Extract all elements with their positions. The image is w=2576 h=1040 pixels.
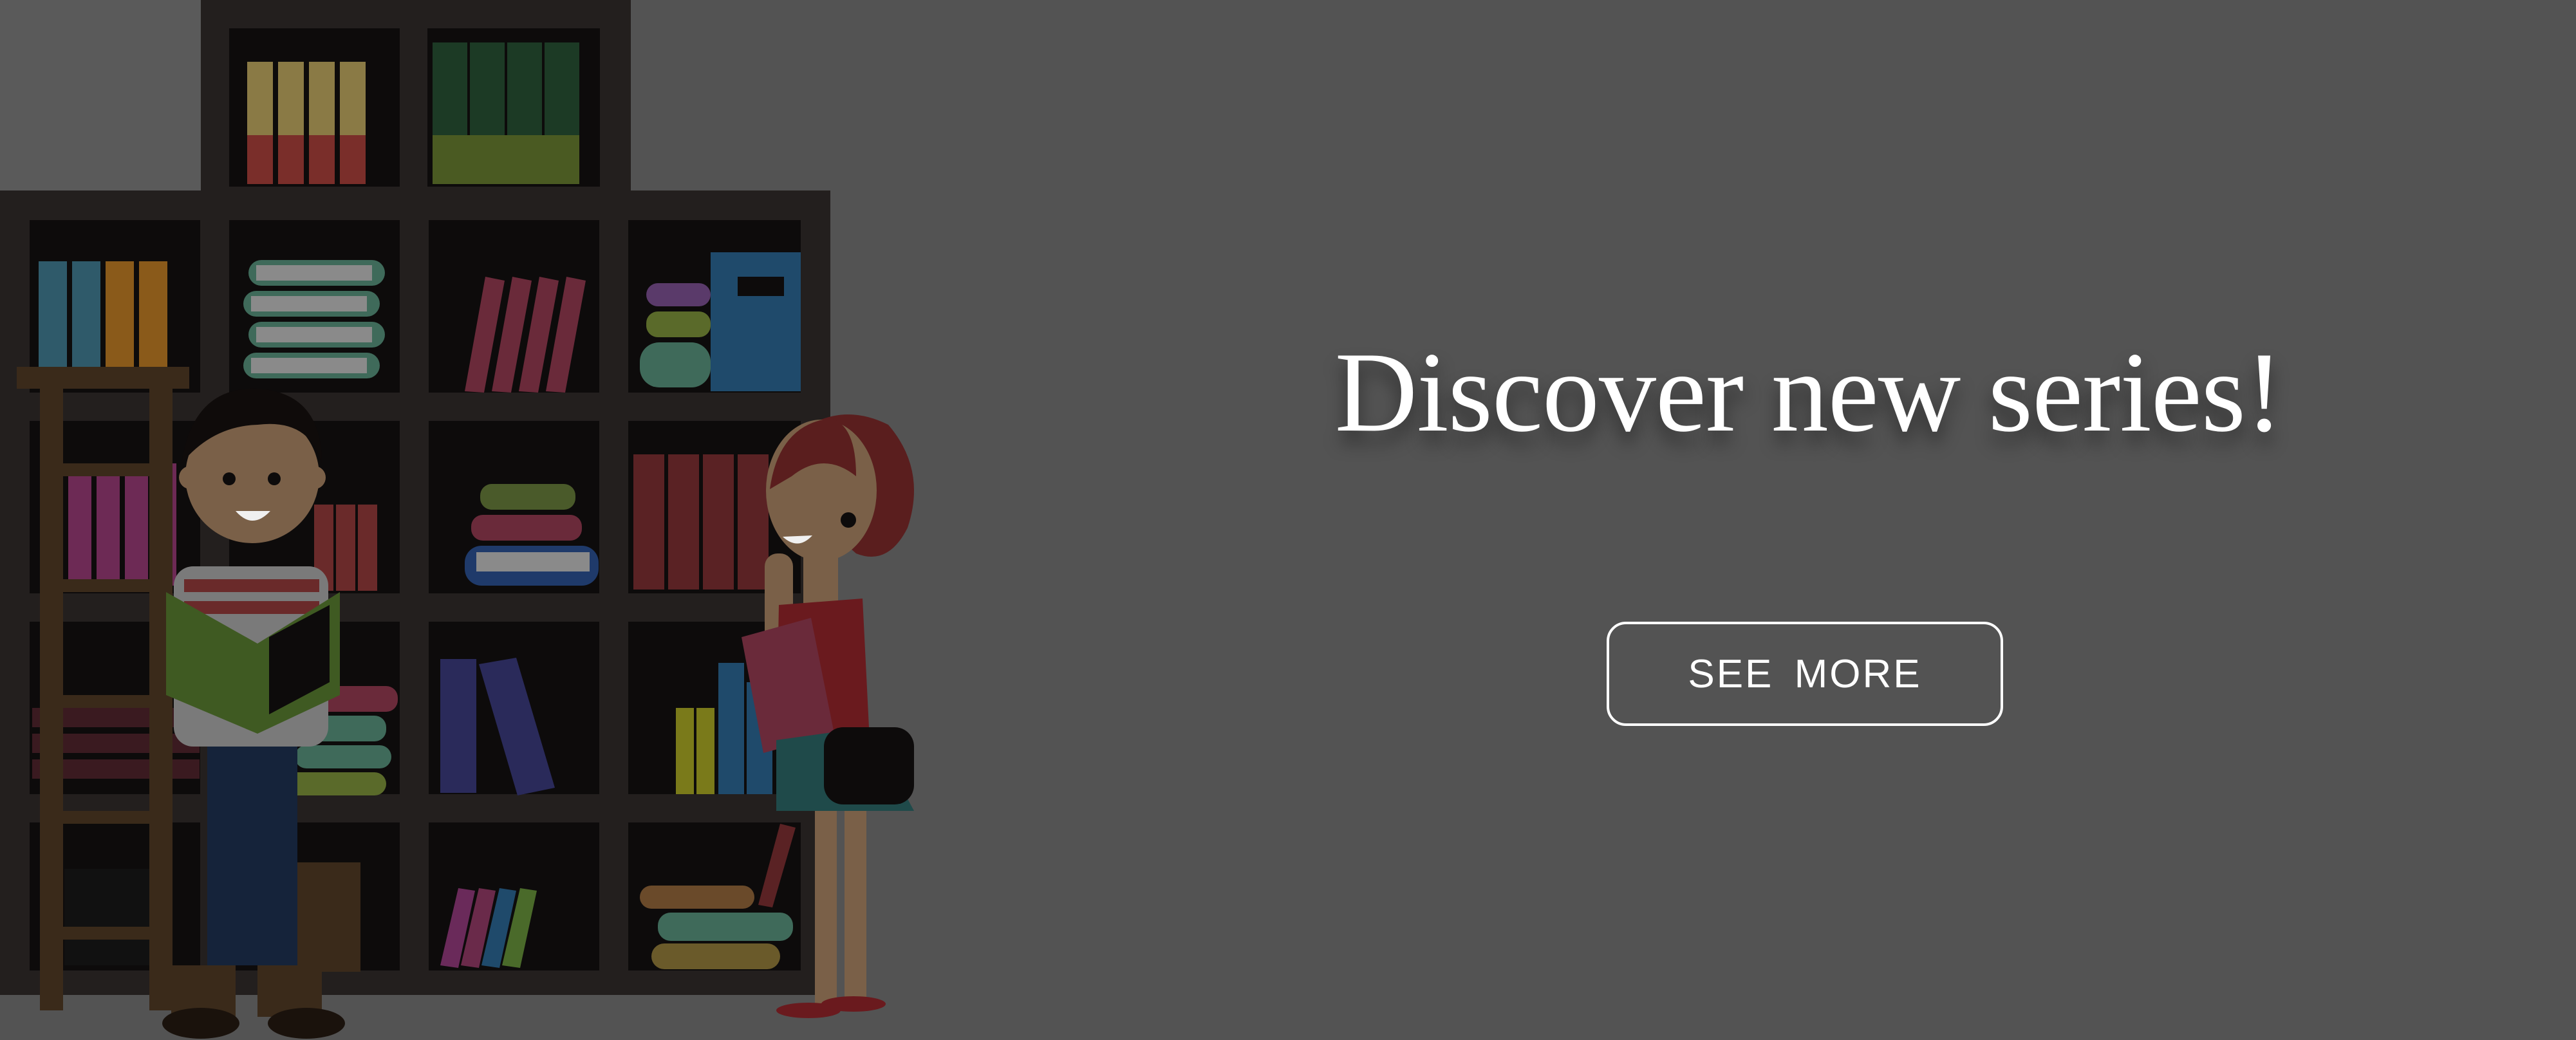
headline: Discover new series! <box>1334 328 2284 456</box>
see-more-label: SEE MORE <box>1688 651 1922 696</box>
library-illustration <box>0 0 940 1039</box>
see-more-button[interactable]: SEE MORE <box>1607 622 2003 726</box>
hero-banner: Discover new series! SEE MORE <box>0 0 2576 1040</box>
